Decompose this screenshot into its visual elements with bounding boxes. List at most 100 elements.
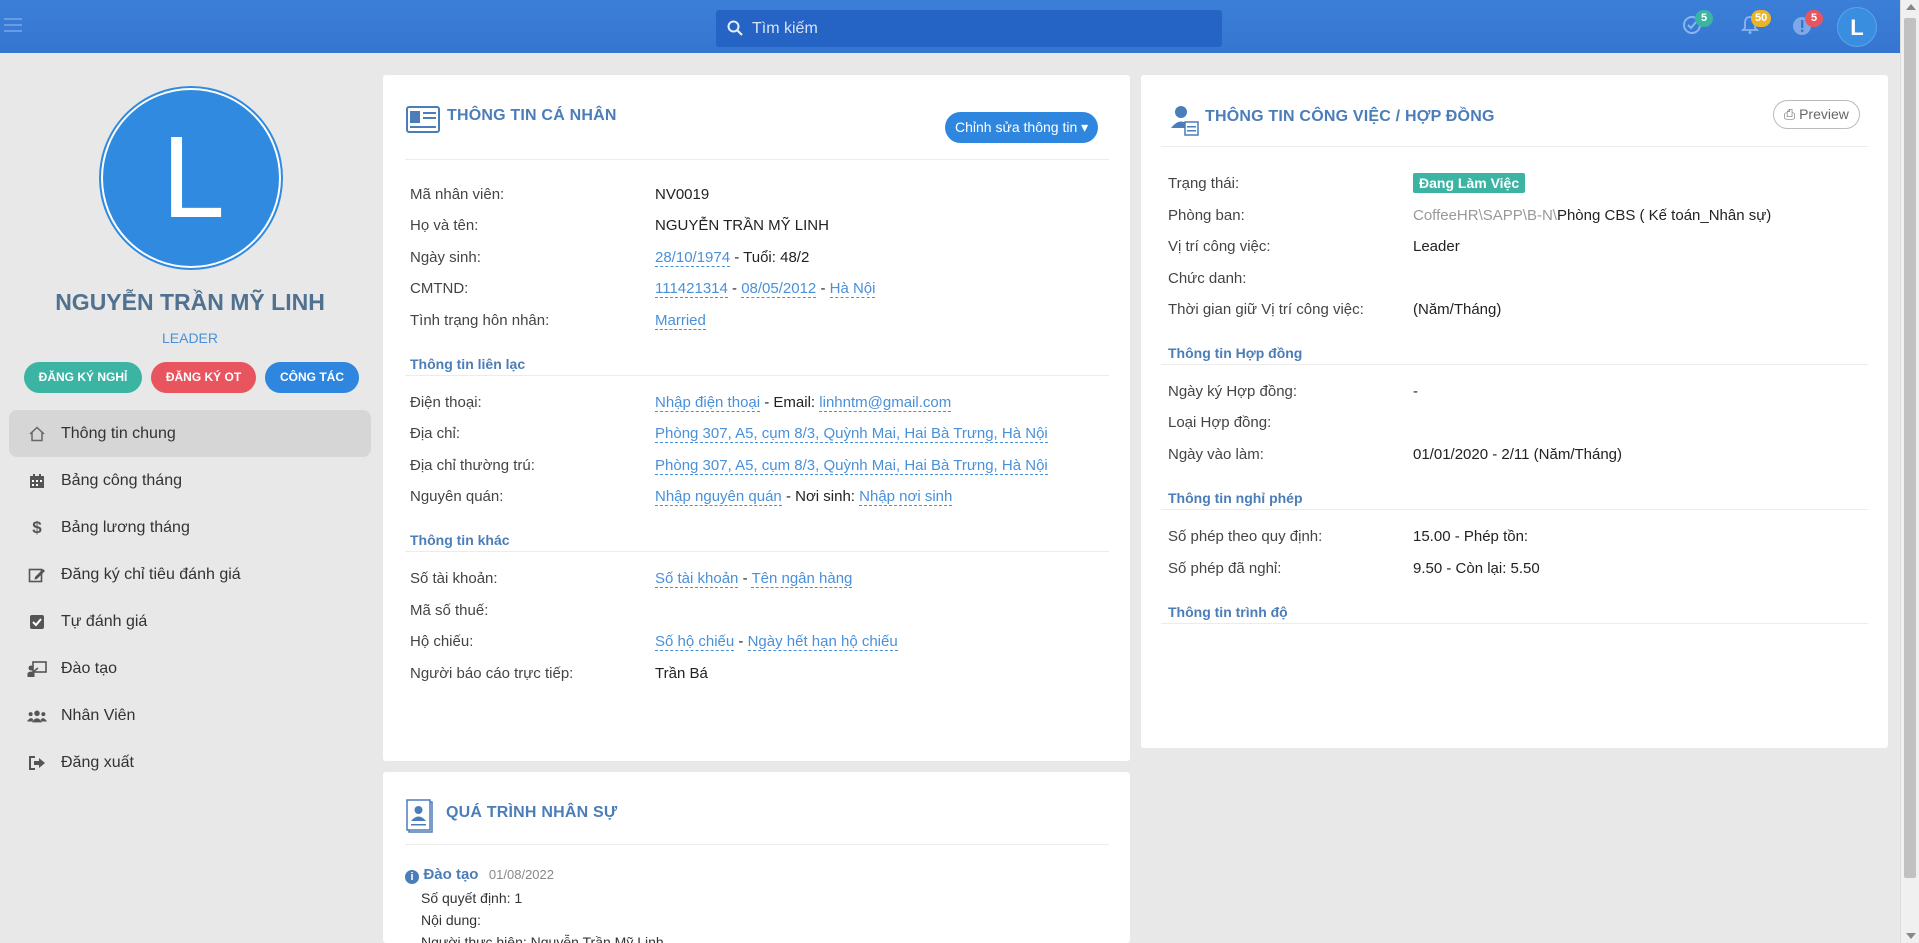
phone-value[interactable]: Nhập điện thoại (655, 394, 761, 412)
sidebar-item-training[interactable]: Đào tạo (9, 645, 371, 692)
history-content: Nội dung: (421, 912, 481, 928)
id-date-value[interactable]: 08/05/2012 (741, 280, 817, 298)
preview-button[interactable]: ⎙ Preview (1773, 100, 1860, 129)
emp-id-label: Mã nhân viên: (410, 186, 505, 203)
page-scrollbar[interactable] (1900, 0, 1919, 943)
divider (405, 844, 1109, 845)
scroll-down-arrow-icon[interactable] (1906, 933, 1916, 939)
bell-icon[interactable]: 50 (1739, 10, 1772, 40)
search-input[interactable] (752, 10, 1212, 47)
phone-row: Nhập điện thoại - Email: linhntm@gmail.c… (655, 394, 952, 412)
sidebar-item-payroll[interactable]: $ Bảng lương tháng (9, 504, 371, 551)
email-value[interactable]: linhntm@gmail.com (819, 394, 952, 412)
bank-account-value[interactable]: Số tài khoản (655, 570, 739, 588)
print-icon: ⎙ (1784, 106, 1796, 122)
leave-section-label: Thông tin nghỉ phép (1168, 490, 1303, 506)
job-contract-card: THÔNG TIN CÔNG VIỆC / HỢP ĐỒNG ⎙ Preview… (1141, 75, 1888, 748)
scroll-thumb[interactable] (1904, 18, 1916, 878)
register-leave-button[interactable]: ĐĂNG KÝ NGHỈ (24, 362, 142, 393)
leave-quota-label: Số phép theo quy định: (1168, 528, 1323, 545)
divider (405, 375, 1109, 376)
contract-type-label: Loại Hợp đồng: (1168, 414, 1272, 431)
menu-icon[interactable] (4, 18, 22, 34)
department-path: CoffeeHR\SAPP\B-N\ (1413, 207, 1557, 224)
id-place-value[interactable]: Hà Nội (829, 280, 876, 298)
contact-section-label: Thông tin liên lạc (410, 356, 526, 372)
sidebar-item-general-info[interactable]: Thông tin chung (9, 410, 371, 457)
sidebar-item-label: Bảng công tháng (61, 471, 182, 489)
full-name-value: NGUYỄN TRẦN MỸ LINH (655, 217, 829, 234)
marital-value[interactable]: Married (655, 312, 706, 330)
search-icon (727, 20, 743, 36)
bank-name-value[interactable]: Tên ngân hàng (751, 570, 853, 588)
id-card-label: CMTND: (410, 280, 469, 297)
dob-value[interactable]: 28/10/1974 (655, 249, 731, 267)
task-check-icon[interactable]: 5 (1681, 10, 1713, 40)
birthplace-value[interactable]: Nhập nơi sinh (859, 488, 953, 506)
dollar-icon: $ (32, 517, 42, 537)
dob-label: Ngày sinh: (410, 249, 481, 266)
history-entry-header: i Đào tạo 01/08/2022 (405, 866, 554, 884)
profile-name: NGUYỄN TRẦN MỸ LINH (55, 289, 325, 315)
home-icon (27, 424, 47, 444)
chevron-down-icon: ▾ (1081, 119, 1089, 135)
separator: - (734, 633, 748, 650)
sidebar-item-logout[interactable]: Đăng xuất (9, 739, 371, 786)
sign-out-icon (27, 753, 47, 773)
sidebar-item-label: Đăng ký chỉ tiêu đánh giá (61, 565, 241, 583)
business-trip-button[interactable]: CÔNG TÁC (265, 362, 359, 393)
address-value[interactable]: Phòng 307, A5, cụm 8/3, Quỳnh Mai, Hai B… (655, 425, 1048, 443)
sidebar-item-timesheet[interactable]: Bảng công tháng (9, 457, 371, 504)
sidebar-item-kpi-register[interactable]: Đăng ký chỉ tiêu đánh giá (9, 551, 371, 598)
address-label: Địa chỉ: (410, 425, 461, 442)
personal-info-title: THÔNG TIN CÁ NHÂN (447, 107, 617, 124)
hometown-value[interactable]: Nhập nguyên quán (655, 488, 782, 506)
search-box[interactable] (716, 10, 1222, 47)
edit-info-label: Chỉnh sửa thông tin (955, 119, 1078, 135)
scroll-up-arrow-icon[interactable] (1906, 4, 1916, 10)
sidebar-item-employees[interactable]: Nhân Viên (9, 692, 371, 739)
profile-avatar: L (101, 88, 281, 268)
manager-value: Trần Bá (655, 665, 708, 682)
full-name-label: Họ và tên: (410, 217, 479, 234)
employee-profile-icon (406, 799, 434, 838)
history-performer: Người thực hiện: Nguyễn Trần Mỹ Linh (421, 934, 664, 943)
notifications-badge: 50 (1751, 10, 1772, 27)
sidebar-item-self-evaluation[interactable]: Tự đánh giá (9, 598, 371, 645)
tasks-badge: 5 (1695, 10, 1713, 27)
job-info-title: THÔNG TIN CÔNG VIỆC / HỢP ĐỒNG (1205, 108, 1495, 125)
status-label: Trạng thái: (1168, 175, 1240, 192)
divider (1161, 364, 1868, 365)
edit-icon (27, 565, 47, 585)
edit-info-button[interactable]: Chỉnh sửa thông tin ▾ (945, 112, 1099, 143)
separator: - (738, 570, 752, 587)
manager-label: Người báo cáo trực tiếp: (410, 665, 574, 682)
hr-history-card: QUÁ TRÌNH NHÂN SỰ i Đào tạo 01/08/2022 S… (383, 772, 1130, 943)
emp-id-value: NV0019 (655, 186, 710, 203)
status-badge: Đang Làm Việc (1413, 173, 1526, 193)
leave-quota-value: 15.00 - Phép tồn: (1413, 528, 1529, 545)
hometown-row: Nhập nguyên quán - Nơi sinh: Nhập nơi si… (655, 488, 953, 506)
sidebar-item-label: Nhân Viên (61, 706, 136, 724)
id-card-row: 111421314 - 08/05/2012 - Hà Nội (655, 280, 876, 298)
contract-section-label: Thông tin Hợp đồng (1168, 345, 1303, 361)
alert-icon[interactable]: 5 (1791, 10, 1823, 40)
passport-expiry-value[interactable]: Ngày hết hạn hộ chiếu (747, 633, 898, 651)
sidebar-item-label: Bảng lương tháng (61, 518, 190, 536)
address-row: Phòng 307, A5, cụm 8/3, Quỳnh Mai, Hai B… (655, 425, 1048, 443)
permanent-address-value[interactable]: Phòng 307, A5, cụm 8/3, Quỳnh Mai, Hai B… (655, 457, 1048, 475)
id-number-value[interactable]: 111421314 (655, 280, 728, 298)
register-ot-button[interactable]: ĐĂNG KÝ OT (151, 362, 256, 393)
department-value: Phòng CBS ( Kế toán_Nhân sự) (1556, 207, 1772, 224)
hometown-label: Nguyên quán: (410, 488, 504, 505)
user-avatar[interactable]: L (1837, 7, 1877, 47)
other-section-label: Thông tin khác (410, 532, 510, 548)
passport-value[interactable]: Số hộ chiếu (655, 633, 735, 651)
history-entry-type[interactable]: Đào tạo (423, 866, 478, 883)
bank-row: Số tài khoản - Tên ngân hàng (655, 570, 853, 588)
contract-date-value: - (1413, 383, 1418, 400)
phone-label: Điện thoại: (410, 394, 482, 411)
users-icon (27, 706, 47, 726)
department-row: CoffeeHR\SAPP\B-N\Phòng CBS ( Kế toán_Nh… (1413, 207, 1771, 224)
history-decision: Số quyết định: 1 (421, 890, 523, 906)
